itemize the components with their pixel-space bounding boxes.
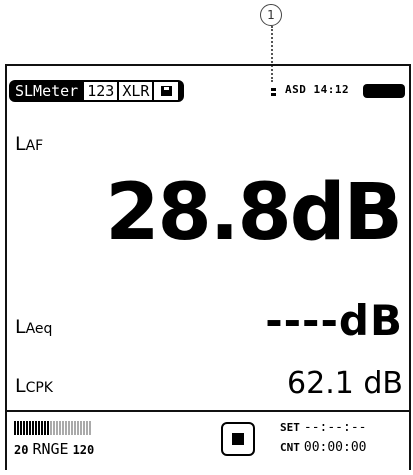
laf-label-main: L [15,133,26,155]
cnt-label: CNT [280,441,300,454]
app-title-tab[interactable]: SLMeter [15,82,84,100]
callout-marker: 1 [260,4,282,26]
stop-icon [232,433,244,445]
laeq-label-main: L [15,316,26,338]
footer-divider [7,410,411,412]
laf-label-sub: AF [25,138,44,154]
tab-xlr[interactable]: XLR [119,82,153,100]
battery-icon [363,84,405,98]
laf-value: 28.8dB [105,168,403,258]
save-icon[interactable] [154,82,179,100]
laeq-value: ----dB [265,296,403,345]
set-label: SET [280,421,300,434]
set-timer: SET --:--:-- [280,418,367,438]
status-tabs: SLMeter 123 XLR [9,80,185,102]
tab-123[interactable]: 123 [84,82,118,100]
set-value: --:--:-- [303,420,367,435]
range-label: RNGE [32,440,69,458]
lcpk-label: LCPK [15,375,53,397]
lcpk-label-sub: CPK [25,380,53,396]
level-bargraph [14,421,91,435]
status-bar: SLMeter 123 XLR ASD 14:12 [9,80,405,102]
stop-button[interactable] [221,422,255,456]
cnt-timer: CNT 00:00:00 [280,438,367,458]
laf-label: LAF [15,133,43,155]
laeq-label-sub: Aeq [25,321,53,337]
lcpk-value: 62.1 dB [287,366,403,401]
timers: SET --:--:-- CNT 00:00:00 [280,418,367,458]
range-high: 120 [72,443,95,457]
laeq-label: LAeq [15,316,52,338]
lcpk-label-main: L [15,375,26,397]
cnt-value: 00:00:00 [303,440,367,455]
range-low: 20 [14,443,29,457]
status-text: ASD 14:12 [285,83,350,96]
range-indicator: 20 RNGE 120 [14,440,94,458]
input-indicator-icon [271,88,277,96]
